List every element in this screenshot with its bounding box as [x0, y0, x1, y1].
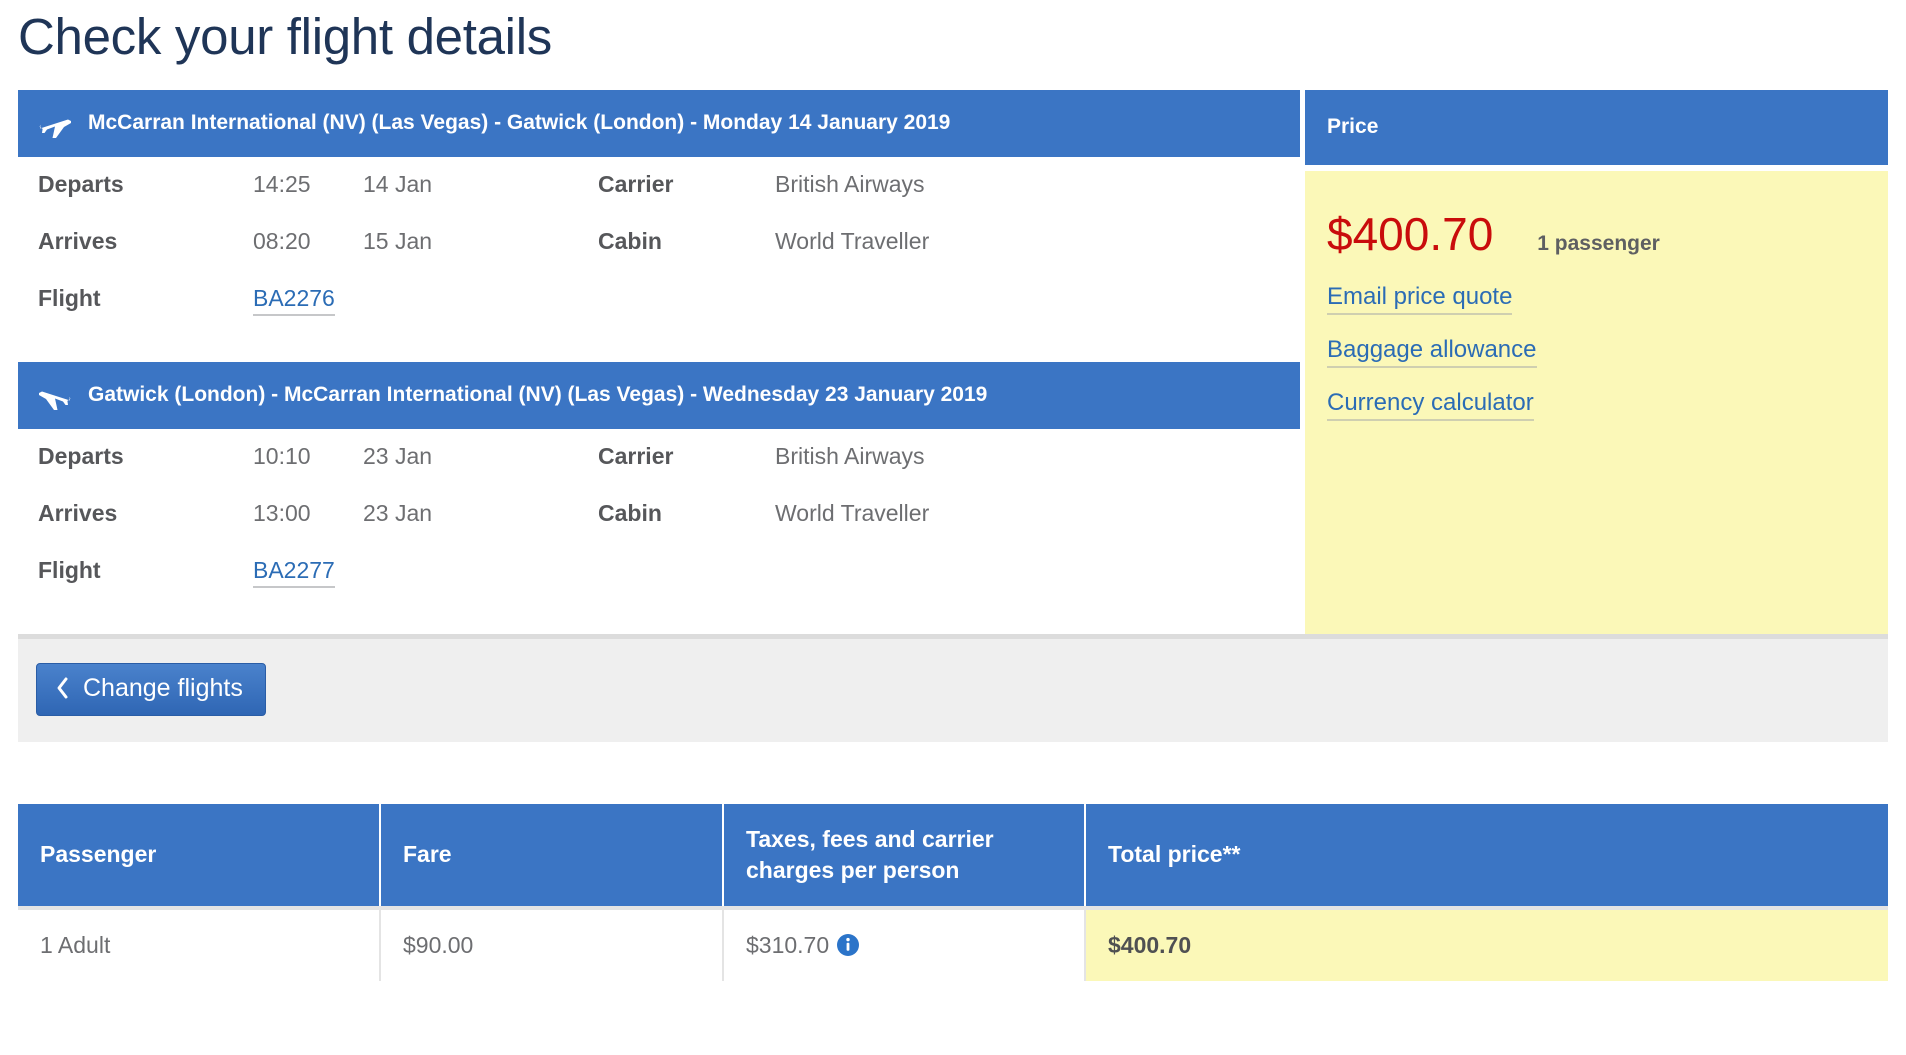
detail-row: Flight BA2276	[38, 285, 1280, 342]
plane-arrive-icon	[38, 381, 72, 411]
page-title: Check your flight details	[18, 8, 552, 65]
cabin-label: Cabin	[598, 499, 662, 526]
return-flight-number-link[interactable]: BA2277	[253, 557, 335, 588]
cell-taxes-value: $310.70	[746, 931, 830, 958]
price-amount: $400.70	[1327, 207, 1494, 260]
cabin-value: World Traveller	[775, 499, 930, 526]
departs-label: Departs	[38, 170, 124, 197]
change-flights-button[interactable]: Change flights	[36, 662, 266, 716]
detail-row: Departs 10:10 23 Jan Carrier British Air…	[38, 443, 1280, 500]
cell-taxes: $310.70	[723, 905, 1086, 981]
info-icon[interactable]	[837, 933, 860, 956]
price-panel-body: $400.70 1 passenger Email price quote Ba…	[1305, 170, 1888, 634]
departs-time: 14:25	[253, 170, 311, 197]
arrives-label: Arrives	[38, 499, 118, 526]
price-line: $400.70 1 passenger	[1327, 211, 1866, 257]
detail-row: Arrives 13:00 23 Jan Cabin World Travell…	[38, 500, 1280, 557]
arrives-time: 13:00	[253, 499, 311, 526]
price-links-list: Email price quote Baggage allowance Curr…	[1327, 283, 1866, 421]
departs-time: 10:10	[253, 442, 311, 469]
outbound-flight-number-link[interactable]: BA2276	[253, 285, 335, 316]
passenger-count: 1 passenger	[1537, 231, 1660, 255]
column-header-passenger: Passenger	[18, 803, 381, 908]
flight-details-page: Check your flight details McCarran Inter…	[0, 0, 1906, 981]
column-header-total-price: Total price**	[1085, 803, 1888, 908]
flight-label: Flight	[38, 284, 101, 311]
departs-label: Departs	[38, 442, 124, 469]
return-flight-header: Gatwick (London) - McCarran Internationa…	[18, 361, 1300, 429]
return-flight-detail: Departs 10:10 23 Jan Carrier British Air…	[18, 428, 1300, 634]
detail-row: Flight BA2277	[38, 557, 1280, 614]
itinerary-list: McCarran International (NV) (Las Vegas) …	[18, 89, 1300, 634]
return-flight-header-text: Gatwick (London) - McCarran Internationa…	[88, 382, 988, 406]
column-header-fare: Fare	[380, 803, 724, 908]
column-header-taxes: Taxes, fees and carrier charges per pers…	[723, 803, 1086, 908]
table-row: 1 Adult $90.00 $310.70 $400.70	[18, 905, 1888, 981]
plane-depart-icon	[38, 109, 72, 139]
change-flights-label: Change flights	[83, 673, 243, 702]
cabin-label: Cabin	[598, 227, 662, 254]
carrier-value: British Airways	[775, 170, 925, 197]
cell-total-price: $400.70	[1085, 905, 1888, 981]
outbound-flight-detail: Departs 14:25 14 Jan Carrier British Air…	[18, 156, 1300, 362]
cell-passenger: 1 Adult	[18, 905, 381, 981]
outbound-flight-header-text: McCarran International (NV) (Las Vegas) …	[88, 110, 951, 134]
flight-summary-section: McCarran International (NV) (Las Vegas) …	[18, 89, 1888, 634]
currency-calculator-link[interactable]: Currency calculator	[1327, 389, 1534, 421]
departs-date: 23 Jan	[363, 442, 433, 469]
baggage-allowance-link[interactable]: Baggage allowance	[1327, 336, 1537, 368]
price-panel-header: Price	[1305, 89, 1888, 165]
outbound-flight-header: McCarran International (NV) (Las Vegas) …	[18, 89, 1300, 157]
arrives-time: 08:20	[253, 227, 311, 254]
carrier-value: British Airways	[775, 442, 925, 469]
email-price-quote-link[interactable]: Email price quote	[1327, 283, 1513, 315]
detail-row: Departs 14:25 14 Jan Carrier British Air…	[38, 171, 1280, 228]
cabin-value: World Traveller	[775, 227, 930, 254]
fare-breakdown-table: Passenger Fare Taxes, fees and carrier c…	[18, 803, 1888, 981]
chevron-left-icon	[55, 676, 69, 700]
detail-row: Arrives 08:20 15 Jan Cabin World Travell…	[38, 228, 1280, 285]
arrives-date: 15 Jan	[363, 227, 433, 254]
arrives-date: 23 Jan	[363, 499, 433, 526]
arrives-label: Arrives	[38, 227, 118, 254]
flight-label: Flight	[38, 556, 101, 583]
carrier-label: Carrier	[598, 442, 674, 469]
table-header-row: Passenger Fare Taxes, fees and carrier c…	[18, 803, 1888, 908]
departs-date: 14 Jan	[363, 170, 433, 197]
price-panel: Price $400.70 1 passenger Email price qu…	[1305, 89, 1888, 634]
actions-bar: Change flights	[18, 633, 1888, 742]
carrier-label: Carrier	[598, 170, 674, 197]
cell-fare: $90.00	[380, 905, 724, 981]
